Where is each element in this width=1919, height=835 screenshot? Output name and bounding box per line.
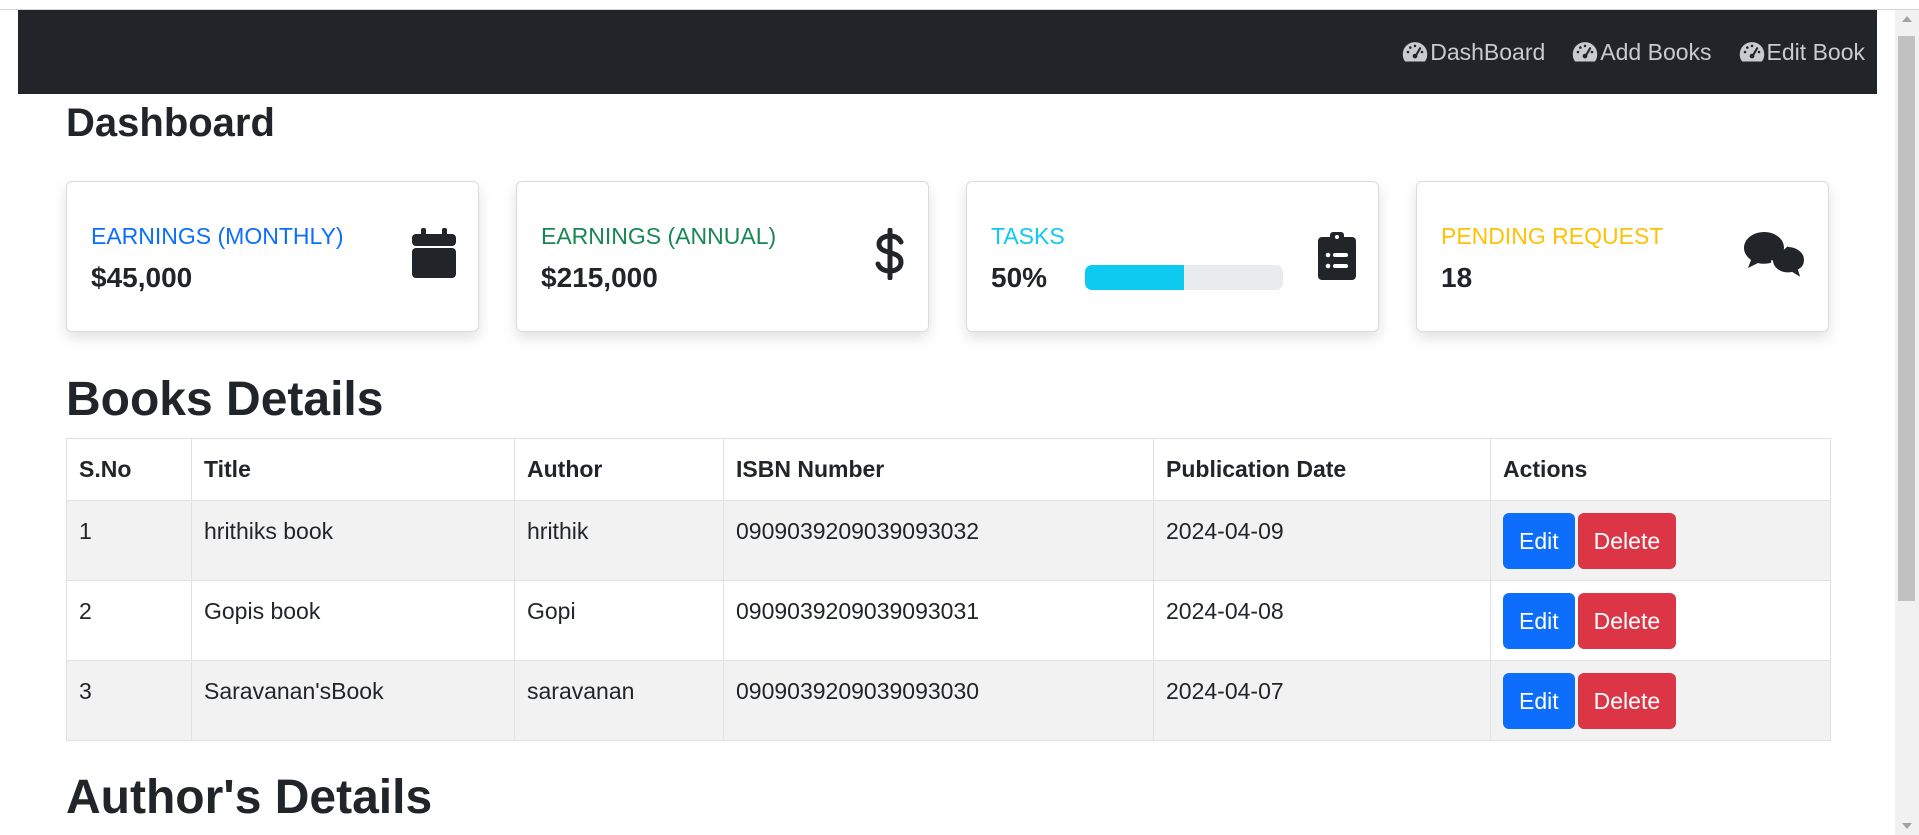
top-navbar: DashBoard Add Books Edit Book bbox=[18, 10, 1877, 94]
card-pending-request: PENDING REQUEST 18 bbox=[1416, 181, 1829, 332]
delete-button[interactable]: Delete bbox=[1577, 593, 1677, 649]
nav-dashboard-label: DashBoard bbox=[1430, 38, 1546, 65]
browser-top-edge bbox=[0, 0, 1919, 10]
calendar-icon bbox=[412, 228, 456, 278]
cell-publication-date: 2024-04-08 bbox=[1153, 580, 1491, 661]
card-label: EARNINGS (ANNUAL) bbox=[541, 223, 777, 249]
gauge-icon bbox=[1739, 42, 1764, 62]
cell-sno: 1 bbox=[66, 500, 192, 581]
nav-add-books-label: Add Books bbox=[1600, 38, 1712, 65]
cell-title: Gopis book bbox=[191, 580, 515, 661]
table-row: 3 Saravanan'sBook saravanan 090903920903… bbox=[66, 660, 1831, 741]
cell-author: Gopi bbox=[514, 580, 724, 661]
clipboard-list-icon bbox=[1318, 232, 1356, 280]
nav-dashboard-link[interactable]: DashBoard bbox=[1401, 38, 1545, 66]
comments-icon bbox=[1744, 232, 1806, 282]
column-header: Publication Date bbox=[1153, 438, 1491, 501]
edit-button[interactable]: Edit bbox=[1503, 673, 1575, 729]
gauge-icon bbox=[1402, 42, 1428, 62]
nav-edit-book-label: Edit Book bbox=[1766, 38, 1865, 65]
card-value: $215,000 bbox=[541, 262, 658, 293]
cell-title: Saravanan'sBook bbox=[191, 660, 515, 741]
cell-actions: Edit Delete bbox=[1490, 580, 1831, 661]
table-header-row: S.No Title Author ISBN Number Publicatio… bbox=[66, 438, 1831, 501]
edit-button[interactable]: Edit bbox=[1503, 593, 1575, 649]
cell-isbn: 0909039209039093031 bbox=[723, 580, 1154, 661]
edit-button[interactable]: Edit bbox=[1503, 513, 1575, 569]
card-label: PENDING REQUEST bbox=[1441, 223, 1664, 249]
cell-author: saravanan bbox=[514, 660, 724, 741]
card-earnings-annual: EARNINGS (ANNUAL) $215,000 bbox=[516, 181, 929, 332]
scroll-down-arrow-icon[interactable] bbox=[1902, 823, 1912, 829]
card-value: 50% bbox=[991, 262, 1048, 293]
column-header: Author bbox=[514, 438, 724, 501]
column-header: Actions bbox=[1490, 438, 1831, 501]
cell-actions: Edit Delete bbox=[1490, 660, 1831, 741]
cell-publication-date: 2024-04-09 bbox=[1153, 500, 1491, 581]
nav-edit-book-link[interactable]: Edit Book bbox=[1738, 38, 1865, 66]
cell-publication-date: 2024-04-07 bbox=[1153, 660, 1491, 741]
delete-button[interactable]: Delete bbox=[1577, 673, 1677, 729]
tasks-progress-bar bbox=[1085, 265, 1283, 290]
books-table: S.No Title Author ISBN Number Publicatio… bbox=[66, 438, 1831, 741]
table-row: 2 Gopis book Gopi 0909039209039093031 20… bbox=[66, 580, 1831, 661]
column-header: ISBN Number bbox=[723, 438, 1154, 501]
table-row: 1 hrithiks book hrithik 0909039209039093… bbox=[66, 500, 1831, 581]
cell-sno: 2 bbox=[66, 580, 192, 661]
cell-author: hrithik bbox=[514, 500, 724, 581]
page-scrollbar[interactable] bbox=[1895, 10, 1919, 835]
column-header: Title bbox=[191, 438, 515, 501]
scroll-up-arrow-icon[interactable] bbox=[1902, 16, 1912, 22]
gauge-icon bbox=[1573, 42, 1598, 62]
stats-cards: EARNINGS (MONTHLY) $45,000 EARNINGS (ANN… bbox=[66, 181, 1831, 332]
card-label: TASKS bbox=[991, 223, 1065, 249]
cell-sno: 3 bbox=[66, 660, 192, 741]
card-label: EARNINGS (MONTHLY) bbox=[91, 223, 344, 249]
cell-isbn: 0909039209039093032 bbox=[723, 500, 1154, 581]
delete-button[interactable]: Delete bbox=[1577, 513, 1677, 569]
nav-add-books-link[interactable]: Add Books bbox=[1571, 38, 1712, 66]
page-title: Dashboard bbox=[66, 101, 275, 145]
authors-section-title: Author's Details bbox=[66, 771, 433, 824]
cell-title: hrithiks book bbox=[191, 500, 515, 581]
cell-isbn: 0909039209039093030 bbox=[723, 660, 1154, 741]
card-earnings-monthly: EARNINGS (MONTHLY) $45,000 bbox=[66, 181, 479, 332]
card-value: 18 bbox=[1441, 262, 1473, 293]
tasks-progress-fill bbox=[1085, 265, 1184, 290]
dollar-icon bbox=[875, 228, 904, 280]
scroll-thumb[interactable] bbox=[1898, 36, 1915, 601]
column-header: S.No bbox=[66, 438, 192, 501]
books-section-title: Books Details bbox=[66, 373, 384, 426]
card-tasks: TASKS 50% bbox=[966, 181, 1379, 332]
card-value: $45,000 bbox=[91, 262, 193, 293]
cell-actions: Edit Delete bbox=[1490, 500, 1831, 581]
